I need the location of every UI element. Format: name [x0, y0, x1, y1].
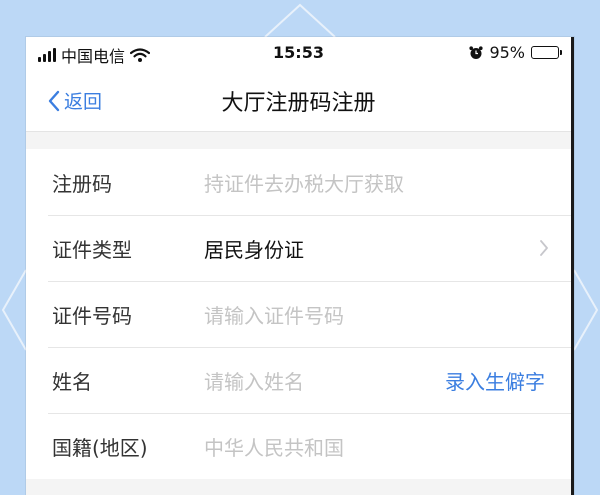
registration-code-row: 注册码 持证件去办税大厅获取	[26, 149, 571, 215]
id-type-row[interactable]: 证件类型 居民身份证	[26, 215, 571, 281]
id-type-label: 证件类型	[52, 237, 132, 262]
rare-character-input-link[interactable]: 录入生僻字	[445, 366, 545, 395]
name-row: 姓名 请输入姓名 录入生僻字	[26, 347, 571, 413]
navigation-bar: 返回 大厅注册码注册	[26, 69, 571, 132]
chevron-right-icon	[540, 240, 548, 256]
nationality-row: 国籍(地区) 中华人民共和国	[26, 413, 571, 479]
id-number-label: 证件号码	[52, 303, 132, 328]
battery-icon	[531, 46, 562, 59]
id-number-row: 证件号码 请输入证件号码	[26, 281, 571, 347]
nationality-input[interactable]: 中华人民共和国	[204, 432, 344, 461]
status-bar: 中国电信 15:53 95%	[26, 37, 571, 69]
name-input[interactable]: 请输入姓名	[204, 366, 304, 395]
id-number-input[interactable]: 请输入证件号码	[204, 300, 344, 329]
name-label: 姓名	[52, 369, 92, 394]
phone-screen: 中国电信 15:53 95% 返回 大厅注册码注册 注册码 持证件去办税大厅获取…	[26, 37, 574, 495]
status-right: 95%	[469, 43, 562, 62]
registration-form: 注册码 持证件去办税大厅获取 证件类型 居民身份证 证件号码 请输入证件号码 姓…	[26, 149, 571, 479]
registration-code-label: 注册码	[52, 171, 112, 196]
page-title: 大厅注册码注册	[221, 91, 376, 116]
alarm-icon	[469, 45, 484, 59]
registration-code-input[interactable]: 持证件去办税大厅获取	[204, 168, 404, 197]
id-type-select[interactable]: 居民身份证	[204, 234, 304, 263]
battery-percent: 95%	[489, 43, 525, 62]
nationality-label: 国籍(地区)	[52, 435, 148, 460]
